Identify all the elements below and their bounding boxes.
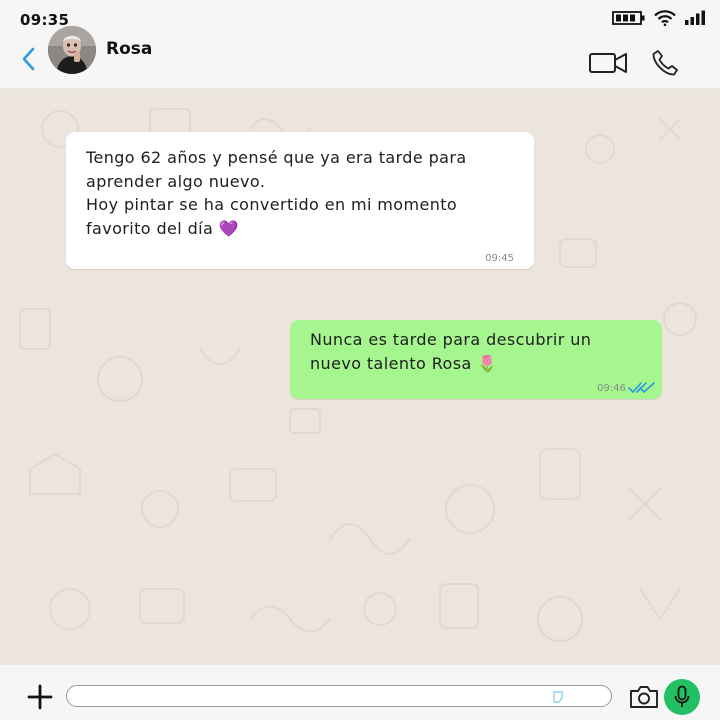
wifi-icon: [654, 10, 676, 30]
battery-icon: [612, 10, 646, 30]
camera-button[interactable]: [628, 683, 660, 711]
voice-message-button[interactable]: [664, 679, 700, 715]
camera-icon: [630, 686, 658, 708]
read-receipt-icon: [628, 382, 655, 393]
message-time: 09:45: [485, 253, 514, 264]
plus-icon: [27, 684, 53, 710]
video-call-button[interactable]: [588, 50, 630, 76]
chat-header: Rosa: [0, 26, 720, 89]
sticker-button[interactable]: [552, 689, 564, 703]
contact-name[interactable]: Rosa: [106, 39, 152, 59]
chat-area[interactable]: Tengo 62 años y pensé que ya era tarde p…: [0, 89, 720, 665]
back-button[interactable]: [14, 42, 42, 76]
status-bar: 09:35: [0, 0, 720, 36]
outgoing-message-bubble[interactable]: Nunca es tarde para descubrir un nuevo t…: [290, 320, 662, 399]
avatar[interactable]: [48, 26, 96, 74]
message-text: Tengo 62 años y pensé que ya era tarde p…: [86, 148, 467, 238]
attach-button[interactable]: [26, 683, 54, 711]
back-chevron-icon: [22, 47, 35, 71]
chat-screen: 09:35 Rosa Tengo 62 años y pensé que ya …: [0, 0, 720, 720]
incoming-message-bubble[interactable]: Tengo 62 años y pensé que ya era tarde p…: [66, 132, 534, 269]
microphone-icon: [674, 685, 690, 707]
signal-icon: [684, 10, 708, 30]
message-meta: 09:46: [597, 382, 656, 394]
message-input-bar: [0, 665, 720, 720]
status-time: 09:35: [20, 11, 70, 29]
status-icons: [612, 10, 708, 30]
message-input[interactable]: [66, 685, 612, 707]
message-time: 09:46: [597, 382, 626, 394]
voice-call-button[interactable]: [650, 48, 680, 78]
video-call-icon: [589, 53, 627, 73]
message-text: Nunca es tarde para descubrir un nuevo t…: [310, 330, 592, 373]
sticker-icon: [553, 691, 563, 703]
phone-icon: [652, 50, 678, 76]
